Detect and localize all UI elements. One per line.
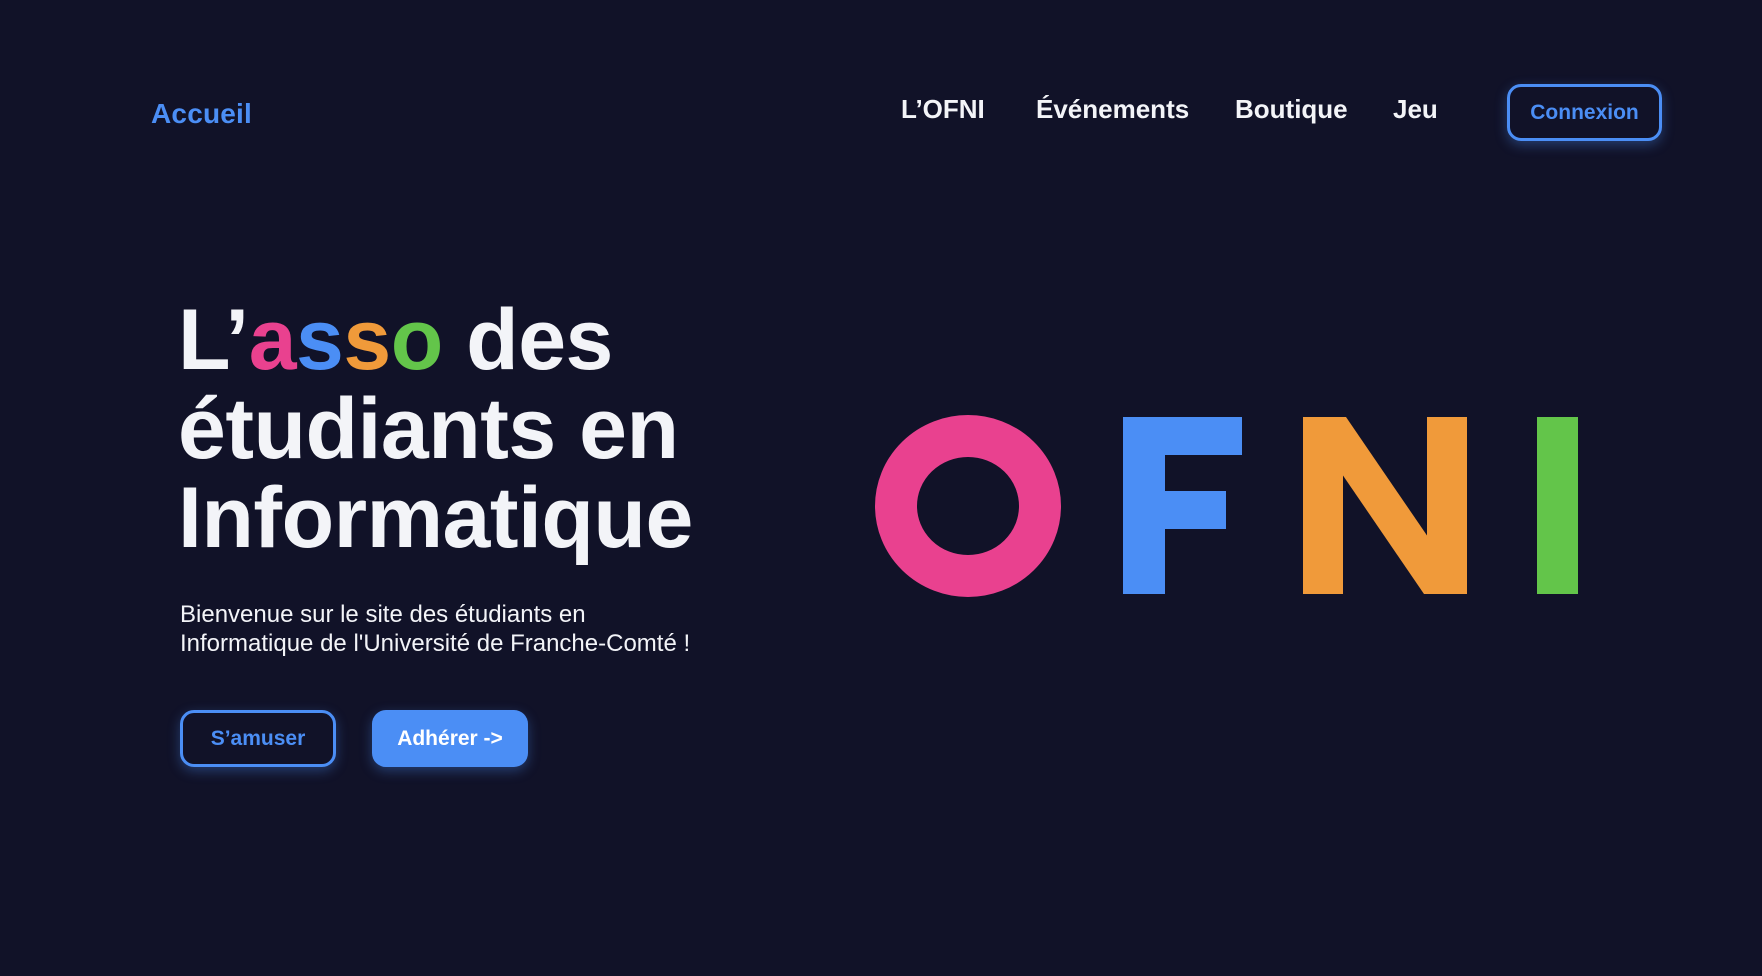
hero-title-line1-suffix: des (442, 292, 613, 388)
logo-letter-f (1123, 417, 1242, 594)
login-button[interactable]: Connexion (1507, 84, 1662, 141)
logo-letter-i (1537, 417, 1578, 594)
hero-subtitle-line2: Informatique de l'Université de Franche-… (180, 630, 691, 657)
hero-title-prefix: L’ (178, 292, 249, 388)
ofni-logo-graphic (875, 415, 1578, 597)
logo-letter-n (1303, 417, 1467, 594)
hero-title-letter-s2: s (343, 292, 391, 388)
site-header: Accueil L’OFNI Événements Boutique Jeu C… (0, 0, 1762, 230)
nav-item-ofni[interactable]: L’OFNI (901, 94, 985, 125)
logo-letter-o (875, 415, 1061, 597)
nav-item-events[interactable]: Événements (1036, 94, 1189, 125)
hero-actions: S’amuser Adhérer -> (180, 710, 540, 768)
join-button[interactable]: Adhérer -> (372, 710, 528, 767)
nav-home-link[interactable]: Accueil (151, 98, 252, 130)
hero-title-letter-s1: s (296, 292, 344, 388)
nav-item-game[interactable]: Jeu (1393, 94, 1438, 125)
play-button[interactable]: S’amuser (180, 710, 336, 767)
hero-title-letter-a: a (248, 292, 297, 388)
ofni-logo (870, 410, 1590, 610)
hero-title-line3: Informatique (178, 470, 693, 566)
hero-subtitle-line1: Bienvenue sur le site des étudiants en (180, 601, 586, 628)
hero-title: L’asso des étudiants en Informatique (178, 296, 798, 563)
hero-title-line2: étudiants en (178, 381, 679, 477)
hero-subtitle: Bienvenue sur le site des étudiants en I… (180, 600, 740, 658)
hero-title-letter-o: o (390, 292, 444, 388)
home-page: Accueil L’OFNI Événements Boutique Jeu C… (0, 0, 1762, 976)
nav-item-shop[interactable]: Boutique (1235, 94, 1348, 125)
